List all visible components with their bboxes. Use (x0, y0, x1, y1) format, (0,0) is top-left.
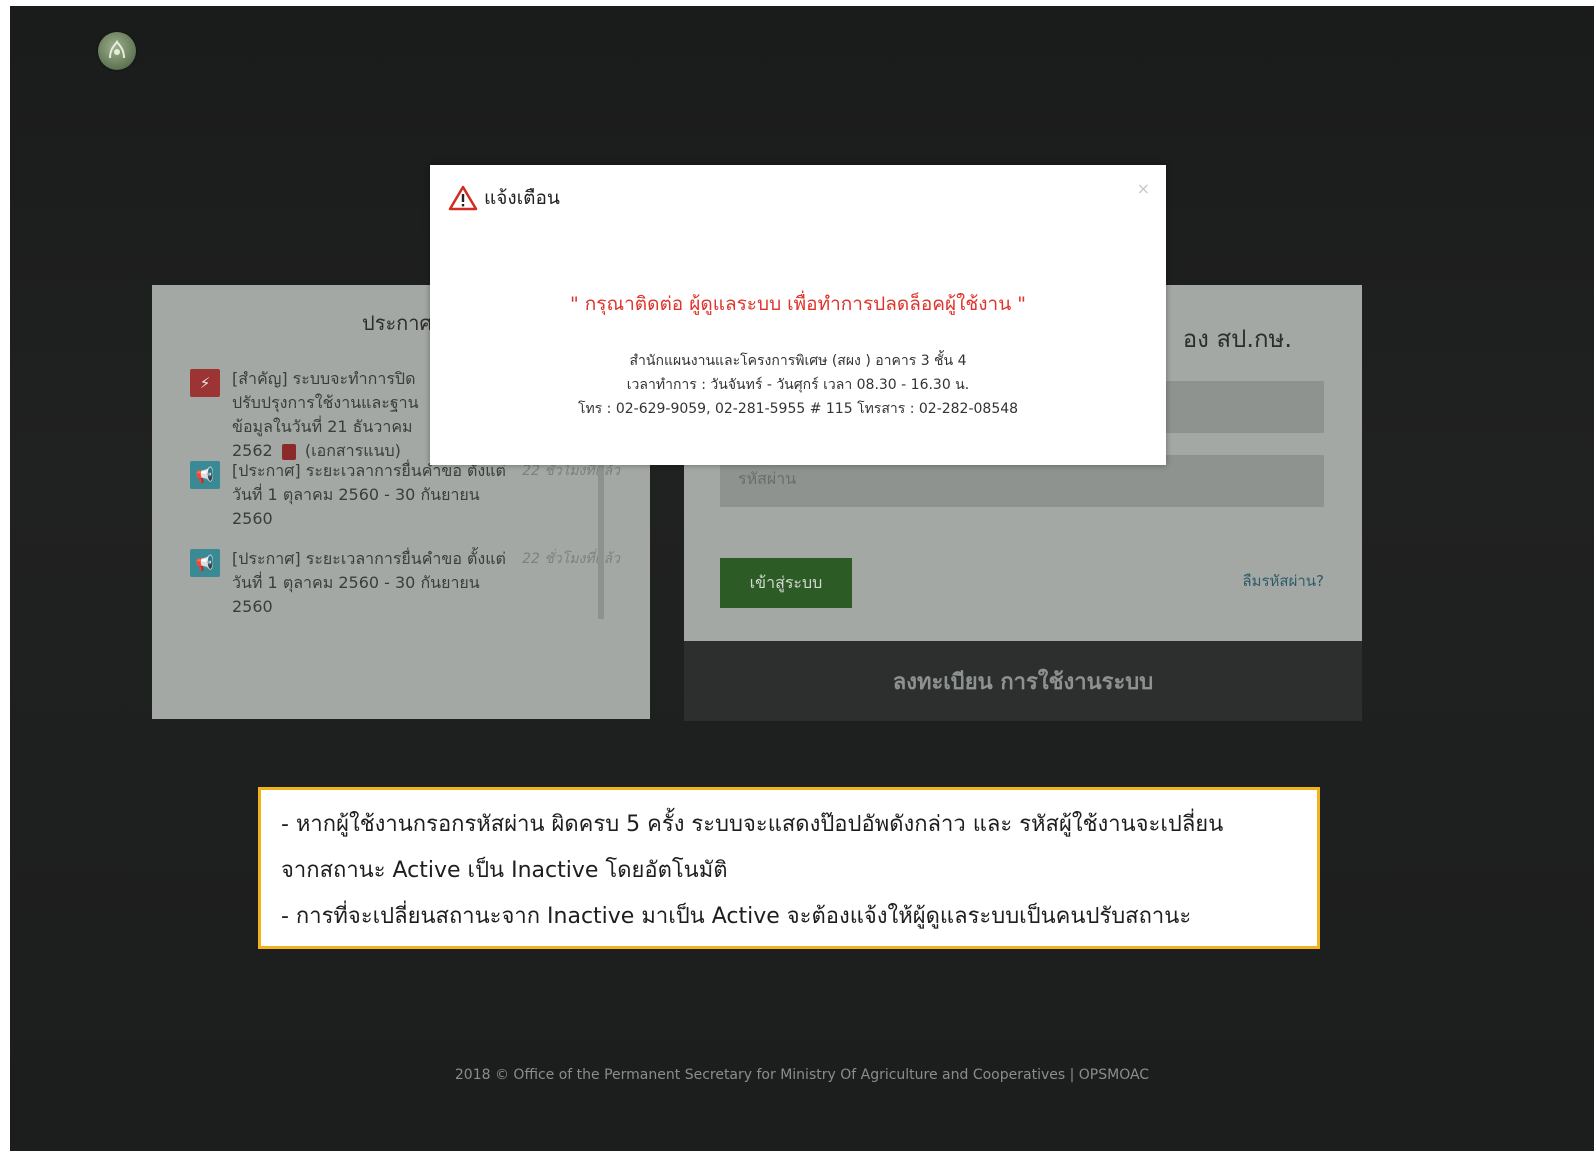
lightning-icon: ⚡ (190, 369, 220, 397)
forgot-password-link[interactable]: ลืมรหัสผ่าน? (1242, 569, 1324, 593)
note-line: - หากผู้ใช้งานกรอกรหัสผ่าน ผิดครบ 5 ครั้… (281, 812, 1224, 837)
login-button[interactable]: เข้าสู่ระบบ (720, 558, 852, 608)
modal-contact-info: สำนักแผนงานและโครงการพิเศษ (สผง ) อาคาร … (430, 349, 1166, 421)
announcement-text: [ประกาศ] ระยะเวลาการยื่นคำขอ ตั้งแต่ วัน… (232, 461, 506, 528)
footer-copyright: 2018 © Office of the Permanent Secretary… (454, 1067, 1150, 1083)
login-title: อง สป.กษ. (1182, 325, 1292, 353)
announcements-title: ประกาศ (362, 311, 433, 335)
scrollbar[interactable] (598, 455, 604, 619)
modal-title: แจ้งเตือน (484, 187, 560, 209)
announcement-text: [ประกาศ] ระยะเวลาการยื่นคำขอ ตั้งแต่ วัน… (232, 549, 506, 616)
close-icon[interactable]: × (1137, 179, 1150, 198)
contact-hours: เวลาทำการ : วันจันทร์ - วันศุกร์ เวลา 08… (626, 377, 970, 393)
contact-phone: โทร : 02-629-9059, 02-281-5955 # 115 โทร… (577, 401, 1019, 417)
pdf-icon[interactable] (281, 443, 296, 460)
megaphone-icon: 📢 (190, 549, 220, 577)
announcement-time: 22 ชั่วโมงที่แล้ว (522, 551, 620, 567)
attachment-link[interactable]: (เอกสารแนบ) (305, 441, 401, 460)
alert-modal: แจ้งเตือน × " กรุณาติดต่อ ผู้ดูแลระบบ เพ… (430, 165, 1166, 465)
modal-message: " กรุณาติดต่อ ผู้ดูแลระบบ เพื่อทำการปลดล… (569, 293, 1026, 315)
instruction-note: - หากผู้ใช้งานกรอกรหัสผ่าน ผิดครบ 5 ครั้… (258, 787, 1320, 949)
note-line: จากสถานะ Active เป็น Inactive โดยอัตโนมั… (281, 858, 728, 883)
register-button[interactable]: ลงทะเบียน การใช้งานระบบ (684, 641, 1362, 721)
logo-emblem (98, 32, 136, 70)
modal-header: แจ้งเตือน (448, 183, 560, 213)
megaphone-icon: 📢 (190, 461, 220, 489)
warning-icon (448, 185, 478, 211)
emblem-icon (109, 39, 125, 59)
contact-office: สำนักแผนงานและโครงการพิเศษ (สผง ) อาคาร … (629, 353, 967, 369)
screen: ประกาศ ⚡ [สำคัญ] ระบบจะทำการปิดปรับปรุงก… (10, 6, 1594, 1151)
note-line: - การที่จะเปลี่ยนสถานะจาก Inactive มาเป็… (281, 904, 1192, 929)
